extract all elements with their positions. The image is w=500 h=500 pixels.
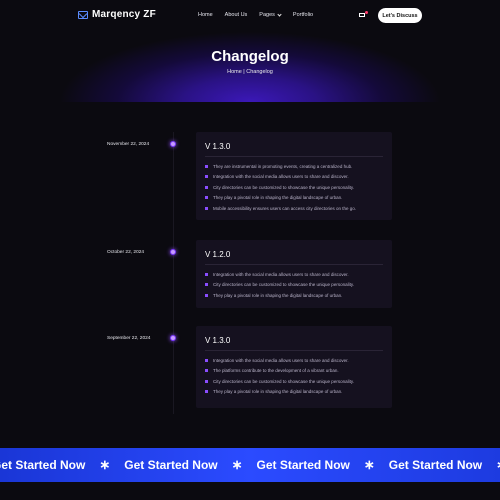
list-item-text: They play a pivotal role in shaping the … — [213, 389, 343, 395]
page-title: Changelog — [211, 48, 289, 65]
list-item-text: City directories can be customized to sh… — [213, 378, 354, 384]
list-item-text: Integration with the social media allows… — [213, 174, 349, 180]
list-item-text: Integration with the social media allows… — [213, 357, 349, 363]
timeline-line — [173, 132, 174, 414]
entry-date: November 22, 2024 — [107, 142, 150, 147]
list-item: The platforms contribute to the developm… — [205, 366, 388, 377]
list-item: City directories can be customized to sh… — [205, 376, 388, 387]
brand-name: Marqency ZF — [92, 9, 156, 20]
list-item: Integration with the social media allows… — [205, 355, 388, 366]
version-label: V 1.2.0 — [205, 250, 231, 259]
marquee-text[interactable]: Get Started Now — [0, 458, 85, 472]
list-item-text: They play a pivotal role in shaping the … — [213, 292, 343, 298]
list-item: They are instrumental in promoting event… — [205, 161, 388, 172]
list-item: Integration with the social media allows… — [205, 269, 388, 280]
timeline-dot — [170, 141, 176, 147]
nav-pages[interactable]: Pages — [259, 11, 282, 18]
list-item-text: City directories can be customized to sh… — [213, 184, 354, 190]
list-item-text: Mobile accessibility ensures users can a… — [213, 205, 357, 211]
change-list: Integration with the social media allows… — [205, 269, 388, 301]
nav-pages-label: Pages — [259, 12, 275, 18]
bullet-icon — [205, 196, 208, 200]
cart-badge — [365, 11, 368, 14]
marquee-text[interactable]: Get Started Now — [124, 458, 217, 472]
list-item-text: They are instrumental in promoting event… — [213, 163, 353, 169]
timeline-dot — [170, 335, 176, 341]
top-navigation: Marqency ZF Home About Us Pages Portfoli… — [0, 0, 500, 32]
version-card: V 1.2.0 Integration with the social medi… — [196, 240, 392, 308]
version-card: V 1.3.0 They are instrumental in promoti… — [196, 132, 392, 220]
main-menu: Home About Us Pages Portfolio — [198, 11, 313, 18]
bullet-icon — [205, 185, 208, 189]
list-item: Mobile accessibility ensures users can a… — [205, 203, 388, 214]
bullet-icon — [205, 272, 208, 276]
lets-discuss-button[interactable]: Let's Discuss — [378, 8, 422, 23]
change-list: Integration with the social media allows… — [205, 355, 388, 397]
bullet-icon — [205, 283, 208, 287]
entry-date: October 22, 2024 — [107, 250, 145, 255]
brand-logo[interactable]: Marqency ZF — [78, 9, 156, 20]
nav-portfolio[interactable]: Portfolio — [293, 12, 313, 18]
marquee-track: Get Started Now ∗ Get Started Now ∗ Get … — [0, 457, 500, 473]
marquee-text[interactable]: Get Started Now — [389, 458, 482, 472]
version-label: V 1.3.0 — [205, 336, 231, 345]
chevron-down-icon — [277, 11, 282, 17]
version-label: V 1.3.0 — [205, 142, 231, 151]
bullet-icon — [205, 379, 208, 383]
bullet-icon — [205, 164, 208, 168]
change-list: They are instrumental in promoting event… — [205, 161, 388, 214]
list-item-text: City directories can be customized to sh… — [213, 282, 354, 288]
card-divider — [205, 264, 383, 265]
asterisk-icon: ∗ — [99, 457, 111, 472]
get-started-marquee[interactable]: Get Started Now ∗ Get Started Now ∗ Get … — [0, 448, 500, 482]
nav-home[interactable]: Home — [198, 12, 213, 18]
bullet-icon — [205, 358, 208, 362]
list-item: They play a pivotal role in shaping the … — [205, 387, 388, 398]
cart-icon[interactable] — [358, 11, 368, 19]
timeline-dot — [170, 249, 176, 255]
bullet-icon — [205, 369, 208, 373]
bullet-icon — [205, 390, 208, 394]
card-divider — [205, 350, 383, 351]
bullet-icon — [205, 206, 208, 210]
list-item: Integration with the social media allows… — [205, 172, 388, 183]
list-item: They play a pivotal role in shaping the … — [205, 193, 388, 204]
list-item: City directories can be customized to sh… — [205, 182, 388, 193]
cart-basket — [359, 13, 365, 17]
bullet-icon — [205, 293, 208, 297]
asterisk-icon: ∗ — [363, 457, 375, 472]
envelope-icon — [78, 10, 88, 19]
list-item-text: Integration with the social media allows… — [213, 271, 349, 277]
list-item: They play a pivotal role in shaping the … — [205, 290, 388, 301]
list-item-text: The platforms contribute to the developm… — [213, 368, 339, 374]
marquee-text[interactable]: Get Started Now — [257, 458, 350, 472]
nav-about-us[interactable]: About Us — [225, 12, 248, 18]
entry-date: September 22, 2024 — [107, 336, 151, 341]
breadcrumb: Home | Changelog — [227, 69, 273, 75]
list-item-text: They play a pivotal role in shaping the … — [213, 195, 343, 201]
bullet-icon — [205, 175, 208, 179]
card-divider — [205, 156, 383, 157]
asterisk-icon: ∗ — [231, 457, 243, 472]
asterisk-icon: ∗ — [496, 457, 500, 473]
version-card: V 1.3.0 Integration with the social medi… — [196, 326, 392, 408]
list-item: City directories can be customized to sh… — [205, 280, 388, 291]
